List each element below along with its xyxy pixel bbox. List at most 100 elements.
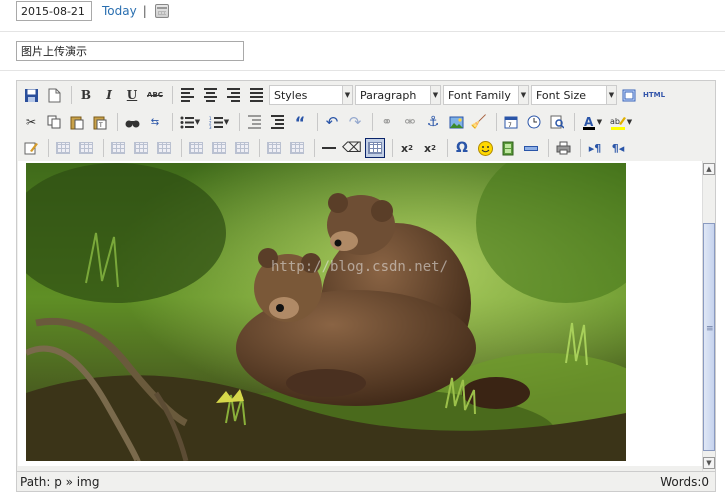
watermark-text: http://blog.csdn.net/: [271, 259, 448, 275]
bold-button[interactable]: B: [76, 85, 96, 105]
toolbar-separator: [392, 139, 393, 157]
calendar-icon[interactable]: [154, 4, 169, 18]
align-justify-icon[interactable]: [246, 85, 266, 105]
merge-cells-icon[interactable]: [287, 138, 307, 158]
paste-text-icon[interactable]: T: [90, 112, 110, 132]
font-family-select[interactable]: Font Family ▼: [443, 85, 529, 105]
underline-button[interactable]: U: [122, 85, 142, 105]
table-icon[interactable]: [365, 138, 385, 158]
toolbar-separator: [259, 139, 260, 157]
italic-button[interactable]: I: [99, 85, 119, 105]
cleanup-icon[interactable]: 🧹: [469, 112, 489, 132]
emoticon-icon[interactable]: [475, 138, 495, 158]
ltr-icon[interactable]: ▸¶: [585, 138, 605, 158]
insert-col-before-icon[interactable]: [186, 138, 206, 158]
cell-props-icon[interactable]: [76, 138, 96, 158]
bear-cubs-image[interactable]: http://blog.csdn.net/: [26, 163, 626, 461]
save-icon[interactable]: [21, 85, 41, 105]
toolbar-separator: [71, 86, 72, 104]
image-icon[interactable]: [446, 112, 466, 132]
toolbar-separator: [580, 139, 581, 157]
subscript-icon[interactable]: x2: [397, 138, 417, 158]
toolbar-row-2: ✂ T ⇆ ▼ 1 2 3 ▼ “ ↶ ↷ ⚭ ⚮ ⚓ 🧹 7 A ▼ ab ▼: [17, 109, 715, 135]
svg-text:T: T: [98, 122, 103, 129]
styles-select[interactable]: Styles ▼: [269, 85, 353, 105]
toolbar-separator: [117, 113, 118, 131]
scroll-down-icon[interactable]: ▼: [703, 457, 715, 469]
fullscreen-icon[interactable]: [619, 85, 639, 105]
link-icon[interactable]: ⚭: [377, 112, 397, 132]
insert-col-after-icon[interactable]: [209, 138, 229, 158]
editor-content[interactable]: http://blog.csdn.net/: [18, 161, 702, 466]
editor-statusbar: Path: p » img Words:0: [17, 471, 715, 491]
toolbar-separator: [48, 139, 49, 157]
special-char-icon[interactable]: Ω: [452, 138, 472, 158]
numbered-list-icon[interactable]: 1 2 3 ▼: [206, 112, 232, 132]
unlink-icon[interactable]: ⚮: [400, 112, 420, 132]
delete-col-icon[interactable]: [232, 138, 252, 158]
align-right-icon[interactable]: [223, 85, 243, 105]
preview-icon[interactable]: [547, 112, 567, 132]
bullet-list-icon[interactable]: ▼: [177, 112, 203, 132]
redo-icon[interactable]: ↷: [345, 112, 365, 132]
title-input[interactable]: [16, 41, 244, 61]
outdent-icon[interactable]: [244, 112, 264, 132]
split-cells-icon[interactable]: [264, 138, 284, 158]
toolbar-separator: [314, 139, 315, 157]
rtl-icon[interactable]: ¶◂: [608, 138, 628, 158]
new-document-icon[interactable]: [44, 85, 64, 105]
font-size-select[interactable]: Font Size ▼: [531, 85, 617, 105]
text-color-icon[interactable]: A ▼: [579, 112, 605, 132]
today-link[interactable]: Today: [102, 4, 137, 18]
blockquote-icon[interactable]: “: [290, 112, 310, 132]
toolbar-separator: [239, 113, 240, 131]
toolbar-separator: [172, 86, 173, 104]
word-count: Words:0: [660, 474, 709, 489]
anchor-icon[interactable]: ⚓: [423, 112, 443, 132]
background-color-icon[interactable]: ab ▼: [608, 112, 634, 132]
content-scrollbar[interactable]: ▲ ▼: [702, 161, 715, 471]
scroll-thumb[interactable]: [703, 223, 715, 451]
svg-text:3: 3: [209, 125, 212, 129]
scroll-up-icon[interactable]: ▲: [703, 163, 715, 175]
date-row: Today |: [16, 1, 169, 21]
align-center-icon[interactable]: [200, 85, 220, 105]
print-icon[interactable]: [553, 138, 573, 158]
insert-time-icon[interactable]: [524, 112, 544, 132]
indent-icon[interactable]: [267, 112, 287, 132]
page-break-icon[interactable]: [521, 138, 541, 158]
delete-row-icon[interactable]: [154, 138, 174, 158]
svg-text:ab: ab: [610, 117, 620, 126]
cut-icon[interactable]: ✂: [21, 112, 41, 132]
toolbar-separator: [103, 139, 104, 157]
align-left-icon[interactable]: [177, 85, 197, 105]
toolbar-separator: [317, 113, 318, 131]
date-input[interactable]: [16, 1, 92, 21]
horizontal-rule-icon[interactable]: [319, 138, 339, 158]
insert-row-before-icon[interactable]: [108, 138, 128, 158]
eraser-icon[interactable]: ⌫: [342, 138, 362, 158]
divider: [0, 70, 725, 71]
insert-date-icon[interactable]: 7: [501, 112, 521, 132]
media-icon[interactable]: [498, 138, 518, 158]
toolbar-separator: [574, 113, 575, 131]
toolbar-separator: [548, 139, 549, 157]
edit-css-icon[interactable]: [21, 138, 41, 158]
format-select[interactable]: Paragraph ▼: [355, 85, 441, 105]
replace-icon[interactable]: ⇆: [145, 112, 165, 132]
toolbar-separator: [447, 139, 448, 157]
html-source-button[interactable]: HTML: [642, 85, 666, 105]
row-props-icon[interactable]: [53, 138, 73, 158]
insert-row-after-icon[interactable]: [131, 138, 151, 158]
chevron-down-icon: ▼: [606, 86, 616, 104]
superscript-icon[interactable]: x2: [420, 138, 440, 158]
svg-text:A: A: [584, 115, 594, 129]
toolbar-separator: [372, 113, 373, 131]
toolbar-row-1: B I U ABC Styles ▼ Paragraph ▼ Font Family…: [17, 82, 715, 108]
strikethrough-button[interactable]: ABC: [145, 85, 165, 105]
find-icon[interactable]: [122, 112, 142, 132]
undo-icon[interactable]: ↶: [322, 112, 342, 132]
toolbar-separator: [172, 113, 173, 131]
paste-icon[interactable]: [67, 112, 87, 132]
copy-icon[interactable]: [44, 112, 64, 132]
